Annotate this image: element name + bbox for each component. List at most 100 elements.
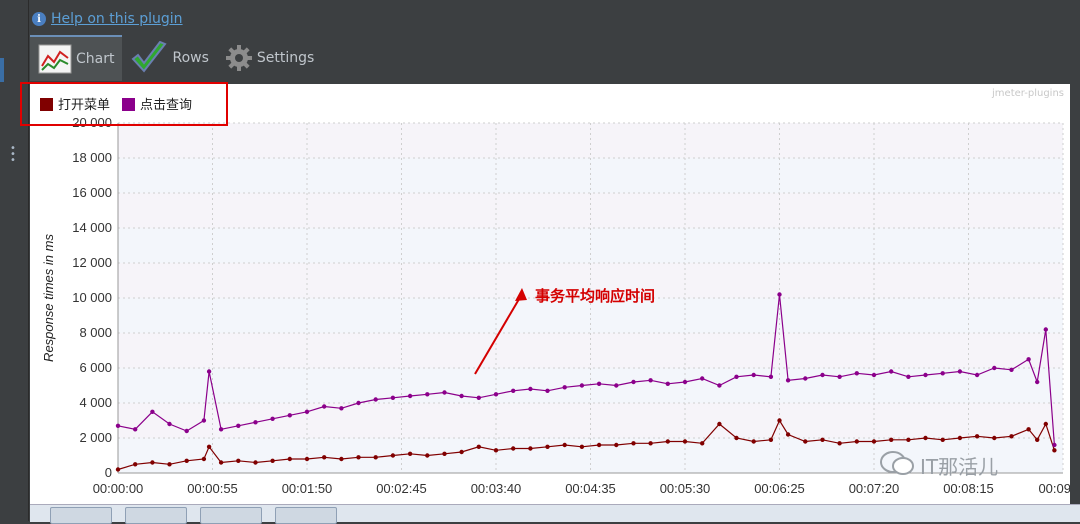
x-tick-label: 00:09 xyxy=(1038,481,1070,496)
series-1-point xyxy=(206,444,212,449)
y-tick-label: 10 000 xyxy=(72,290,112,305)
series-2-point xyxy=(1052,442,1057,448)
series-2-point xyxy=(1009,367,1014,372)
legend-item-series1: 打开菜单 xyxy=(40,94,110,113)
series-1-point xyxy=(442,451,447,456)
x-tick-label: 00:06:25 xyxy=(754,481,805,496)
series-2-point xyxy=(803,376,808,381)
series-2-point xyxy=(957,369,963,374)
help-link[interactable]: Help on this plugin xyxy=(51,11,183,27)
chart-panel: 0 2 000 4 000 6 000 8 000 10 000 12 000 14 000 1… xyxy=(20,82,1070,504)
jmeter-watermark: jmeter-plugins xyxy=(992,88,1064,99)
series-2-point xyxy=(631,379,636,385)
series-2-point xyxy=(648,378,653,383)
legend-item-series2: 点击查询 xyxy=(122,94,192,113)
series-2-point xyxy=(1035,379,1040,385)
x-tick-label: 00:04:35 xyxy=(565,481,616,496)
series-1-point xyxy=(545,444,550,449)
series-1-point xyxy=(906,437,911,442)
series-1-point xyxy=(236,458,241,463)
left-sidebar-strip: • • • xyxy=(0,0,29,521)
y-tick-label: 6 000 xyxy=(79,360,112,375)
series-2-point xyxy=(390,395,396,400)
series-1-point xyxy=(1043,421,1048,427)
series-1-point xyxy=(992,435,997,441)
tab-settings-label: Settings xyxy=(256,50,315,66)
series-1-point xyxy=(1009,434,1014,439)
y-tick-label: 12 000 xyxy=(72,255,112,270)
series-1-point xyxy=(974,434,980,439)
chart-legend: 打开菜单 点击查询 xyxy=(40,94,192,113)
series-1-point xyxy=(751,439,756,444)
tab-bar: Chart Rows Settings xyxy=(30,34,322,82)
series-1-point xyxy=(803,439,808,444)
series-2-point xyxy=(974,372,980,378)
series-1-point xyxy=(648,441,653,446)
series-2-point xyxy=(785,378,791,383)
y-tick-label: 8 000 xyxy=(79,325,112,340)
chart-icon xyxy=(38,44,72,74)
series-2-point xyxy=(940,371,945,376)
series-1-point xyxy=(373,455,378,460)
gear-icon xyxy=(225,44,253,72)
taskbar-button-4[interactable] xyxy=(275,507,337,524)
legend-label-series2: 点击查询 xyxy=(140,98,193,113)
series-2-point xyxy=(682,379,688,385)
series-2-point xyxy=(596,381,602,386)
series-2-point xyxy=(206,369,212,374)
series-2-point xyxy=(425,392,430,397)
series-1-point xyxy=(1052,448,1057,453)
series-1-point xyxy=(717,421,722,427)
series-1-point xyxy=(768,437,774,442)
series-2-point xyxy=(1043,327,1048,332)
tab-chart[interactable]: Chart xyxy=(30,35,123,81)
series-1-point xyxy=(734,435,739,441)
tab-rows-label: Rows xyxy=(172,50,209,66)
series-1-point xyxy=(528,446,533,451)
taskbar-button-1[interactable] xyxy=(50,507,112,524)
y-tick-label: 16 000 xyxy=(72,185,112,200)
x-tick-label: 00:00:00 xyxy=(93,481,144,496)
series-2-point xyxy=(751,372,756,378)
series-1-point xyxy=(511,446,516,451)
x-tick-label: 00:01:50 xyxy=(282,481,333,496)
series-2-point xyxy=(734,374,739,379)
series-1-point xyxy=(579,444,585,449)
drag-grip-icon[interactable]: • • • xyxy=(10,144,16,166)
series-2-point xyxy=(442,390,447,395)
series-1-point xyxy=(425,453,430,458)
series-1-point xyxy=(957,435,963,441)
series-2-point xyxy=(476,395,481,400)
series-2-point xyxy=(184,428,189,434)
right-edge-strip xyxy=(1070,0,1080,521)
series-2-point xyxy=(236,423,241,428)
series-1-point xyxy=(1026,427,1031,432)
taskbar-button-2[interactable] xyxy=(125,507,187,524)
series-2-point xyxy=(768,374,774,379)
series-2-point xyxy=(871,372,877,378)
series-2-point xyxy=(562,385,567,390)
series-2-point xyxy=(700,376,705,381)
series-1-point xyxy=(923,435,928,441)
series-2-point xyxy=(992,365,997,371)
series-2-point xyxy=(459,393,464,399)
x-tick-label: 00:08:15 xyxy=(943,481,994,496)
series-2-point xyxy=(133,427,138,432)
y-axis-title: Response times in ms xyxy=(41,234,56,362)
series-2-point xyxy=(270,416,275,421)
series-1-point xyxy=(304,456,310,462)
series-2-point xyxy=(923,372,928,378)
series-2-point xyxy=(579,383,585,388)
wechat-watermark: IT那活儿 xyxy=(880,450,998,481)
taskbar-button-3[interactable] xyxy=(200,507,262,524)
tab-settings[interactable]: Settings xyxy=(217,35,322,81)
checkmark-icon xyxy=(130,41,168,75)
series-1-point xyxy=(700,441,705,446)
series-1-point xyxy=(115,467,121,472)
series-2-point xyxy=(407,393,413,399)
series-1-point xyxy=(167,462,172,467)
tab-rows[interactable]: Rows xyxy=(122,35,216,81)
sidebar-selection-marker xyxy=(0,58,4,82)
series-2-point xyxy=(493,392,499,397)
series-2-point xyxy=(356,400,361,406)
